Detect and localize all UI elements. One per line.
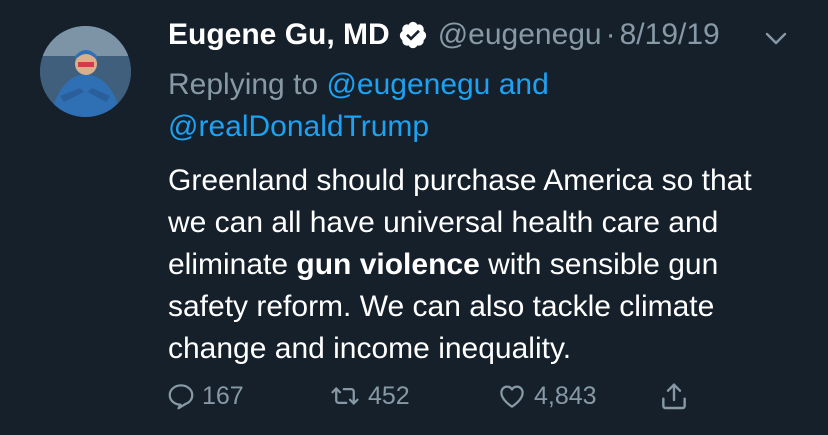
like-count: 4,843: [534, 381, 597, 410]
author-name[interactable]: Eugene Gu, MD: [168, 18, 390, 52]
tweet-text: Greenland should purchase America so tha…: [168, 160, 798, 370]
avatar-image: [40, 26, 131, 117]
tweet[interactable]: Eugene Gu, MD @eugenegu · 8/19/19 Replyi…: [0, 0, 828, 435]
header-separator: ·: [605, 18, 616, 51]
replying-prefix: Replying to: [168, 68, 319, 101]
author-handle[interactable]: @eugenegu: [438, 18, 602, 52]
retweet-icon: [328, 381, 362, 411]
reply-and[interactable]: and: [499, 68, 549, 101]
avatar[interactable]: [40, 26, 131, 117]
reply-count: 167: [202, 381, 244, 410]
verified-badge-icon: [398, 20, 428, 50]
reply-mention-2[interactable]: @realDonaldTrump: [168, 110, 429, 143]
like-button[interactable]: 4,843: [496, 376, 597, 416]
tweet-actions: 167 452 4,843: [0, 376, 828, 420]
retweet-count: 452: [368, 381, 410, 410]
tweet-text-bold: gun violence: [296, 248, 480, 281]
retweet-button[interactable]: 452: [328, 376, 410, 416]
tweet-date[interactable]: 8/19/19: [620, 18, 720, 52]
reply-button[interactable]: 167: [166, 376, 244, 416]
reply-mention-1[interactable]: @eugenegu: [326, 68, 490, 101]
tweet-header: Eugene Gu, MD @eugenegu · 8/19/19: [168, 18, 720, 52]
share-button[interactable]: [658, 376, 690, 416]
replying-to: Replying to @eugenegu and @realDonaldTru…: [168, 64, 788, 148]
chevron-down-icon[interactable]: [760, 22, 792, 54]
share-icon: [658, 380, 690, 412]
heart-icon: [496, 381, 528, 411]
reply-icon: [166, 381, 196, 411]
